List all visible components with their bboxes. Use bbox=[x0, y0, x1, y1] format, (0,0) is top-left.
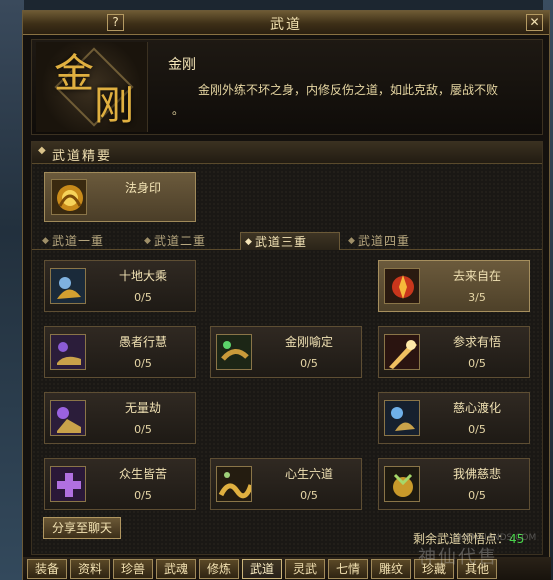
bottom-tab-qiqing[interactable]: 七情 bbox=[328, 559, 368, 579]
skill-level: 0/5 bbox=[134, 489, 152, 502]
skill-name: 慈心渡化 bbox=[452, 401, 501, 415]
bottom-tab-wuhun[interactable]: 武魂 bbox=[156, 559, 196, 579]
close-button[interactable]: ✕ bbox=[526, 14, 543, 31]
skill-header: 金 刚 金刚 金刚外练不坏之身，内修反伤之道，如此克敌，屡战不败 。 bbox=[31, 39, 543, 135]
skill-name: 十地大乘 bbox=[118, 269, 167, 283]
tab-label: 武道一重 bbox=[52, 234, 105, 248]
skill-card-xinsheng-liudao[interactable]: 心生六道 0/5 bbox=[210, 458, 362, 510]
skill-card-qulai-zizai[interactable]: 去来自在 3/5 bbox=[378, 260, 530, 312]
tab-tier-4[interactable]: ◆ 武道四重 bbox=[344, 232, 444, 250]
skill-level: 3/5 bbox=[468, 291, 486, 304]
skill-name: 众生皆苦 bbox=[118, 467, 167, 481]
tab-dot-icon: ◆ bbox=[42, 236, 50, 246]
bottom-tab-pets[interactable]: 珍兽 bbox=[113, 559, 153, 579]
skill-name: 我佛慈悲 bbox=[452, 467, 501, 481]
golden-palm-icon bbox=[50, 268, 86, 304]
green-swirl-icon bbox=[216, 334, 252, 370]
emblem-char-2: 刚 bbox=[94, 83, 134, 129]
skill-card-wofo-cibei[interactable]: 我佛慈悲 0/5 bbox=[378, 458, 530, 510]
skill-card-yuzhe-xinghui[interactable]: 愚者行慧 0/5 bbox=[44, 326, 196, 378]
purple-fist-icon bbox=[50, 400, 86, 436]
essence-skill-card[interactable]: 法身印 bbox=[44, 172, 196, 222]
skill-card-zhongsheng-jieku[interactable]: 众生皆苦 0/5 bbox=[44, 458, 196, 510]
tab-label: 武道二重 bbox=[154, 234, 207, 248]
skill-level: 0/5 bbox=[468, 357, 486, 370]
essence-section-header: ◆ 武道精要 bbox=[32, 142, 542, 164]
skill-level: 0/5 bbox=[468, 423, 486, 436]
watermark: 神仙代售 bbox=[418, 547, 498, 568]
section-bullet-icon: ◆ bbox=[38, 145, 46, 156]
tab-tier-1[interactable]: ◆ 武道一重 bbox=[38, 232, 138, 250]
bottom-tab-lingwu[interactable]: 灵武 bbox=[285, 559, 325, 579]
essence-section-label: 武道精要 bbox=[52, 149, 113, 164]
bottom-tab-profile[interactable]: 资料 bbox=[70, 559, 110, 579]
skill-name: 参求有悟 bbox=[452, 335, 501, 349]
skill-name: 无量劫 bbox=[124, 401, 161, 415]
bottom-tab-cultivation[interactable]: 修炼 bbox=[199, 559, 239, 579]
skill-name: 去来自在 bbox=[452, 269, 501, 283]
light-beam-icon bbox=[384, 334, 420, 370]
tab-dot-icon: ◆ bbox=[245, 237, 253, 247]
skill-card-jingang-yuding[interactable]: 金刚喻定 0/5 bbox=[210, 326, 362, 378]
golden-rune-icon bbox=[384, 466, 420, 502]
emblem-char-1: 金 bbox=[54, 51, 94, 97]
skill-name: 愚者行慧 bbox=[118, 335, 167, 349]
bottom-tab-equipment[interactable]: 装备 bbox=[27, 559, 67, 579]
watermark-url: SHENXIANDS.COM bbox=[453, 533, 537, 543]
tab-tier-2[interactable]: ◆ 武道二重 bbox=[140, 232, 240, 250]
wudao-window: ? 武道 ✕ 金 刚 金刚 金刚外练不坏之身，内修反伤之道，如此克敌，屡战不败 … bbox=[22, 10, 551, 580]
skill-name: 金刚喻定 bbox=[284, 335, 333, 349]
skill-panel: ◆ 武道精要 法身印 ◆ 武道一重 ◆ 武道二重 ◆ 武道三重 ◆ 武道四重 十… bbox=[31, 141, 543, 555]
skill-emblem: 金 刚 bbox=[36, 42, 148, 132]
tier-tabs: ◆ 武道一重 ◆ 武道二重 ◆ 武道三重 ◆ 武道四重 bbox=[32, 232, 542, 250]
skill-name: 金刚 bbox=[168, 57, 196, 73]
purple-cross-icon bbox=[50, 466, 86, 502]
golden-fist-icon bbox=[51, 179, 87, 215]
skill-description-line-2: 。 bbox=[172, 103, 185, 117]
tab-tier-3[interactable]: ◆ 武道三重 bbox=[240, 232, 340, 250]
skill-name: 心生六道 bbox=[284, 467, 333, 481]
skill-level: 0/5 bbox=[134, 423, 152, 436]
desktop-background-left bbox=[0, 0, 24, 580]
window-title: 武道 bbox=[270, 17, 302, 33]
golden-wave-icon bbox=[216, 466, 252, 502]
skill-description-line-1: 金刚外练不坏之身，内修反伤之道，如此克敌，屡战不败 bbox=[198, 83, 499, 97]
tab-label: 武道三重 bbox=[255, 235, 308, 249]
skill-level: 0/5 bbox=[300, 489, 318, 502]
skill-card-cixin-duhua[interactable]: 慈心渡化 0/5 bbox=[378, 392, 530, 444]
bottom-tab-engraving[interactable]: 雕纹 bbox=[371, 559, 411, 579]
skill-card-wuliang-jie[interactable]: 无量劫 0/5 bbox=[44, 392, 196, 444]
skill-level: 0/5 bbox=[134, 357, 152, 370]
skill-card-shidi-dacheng[interactable]: 十地大乘 0/5 bbox=[44, 260, 196, 312]
skill-level: 0/5 bbox=[300, 357, 318, 370]
bottom-tab-wudao[interactable]: 武道 bbox=[242, 559, 282, 579]
tab-label: 武道四重 bbox=[358, 234, 411, 248]
blue-hand-icon bbox=[384, 400, 420, 436]
tab-dot-icon: ◆ bbox=[348, 236, 356, 246]
flame-circle-icon bbox=[384, 268, 420, 304]
share-to-chat-button[interactable]: 分享至聊天 bbox=[43, 517, 121, 539]
titlebar[interactable]: ? 武道 ✕ bbox=[23, 11, 549, 35]
skill-card-canqiu-youwu[interactable]: 参求有悟 0/5 bbox=[378, 326, 530, 378]
skill-level: 0/5 bbox=[134, 291, 152, 304]
purple-foot-icon bbox=[50, 334, 86, 370]
skill-level: 0/5 bbox=[468, 489, 486, 502]
essence-skill-name: 法身印 bbox=[124, 181, 161, 195]
tab-dot-icon: ◆ bbox=[144, 236, 152, 246]
